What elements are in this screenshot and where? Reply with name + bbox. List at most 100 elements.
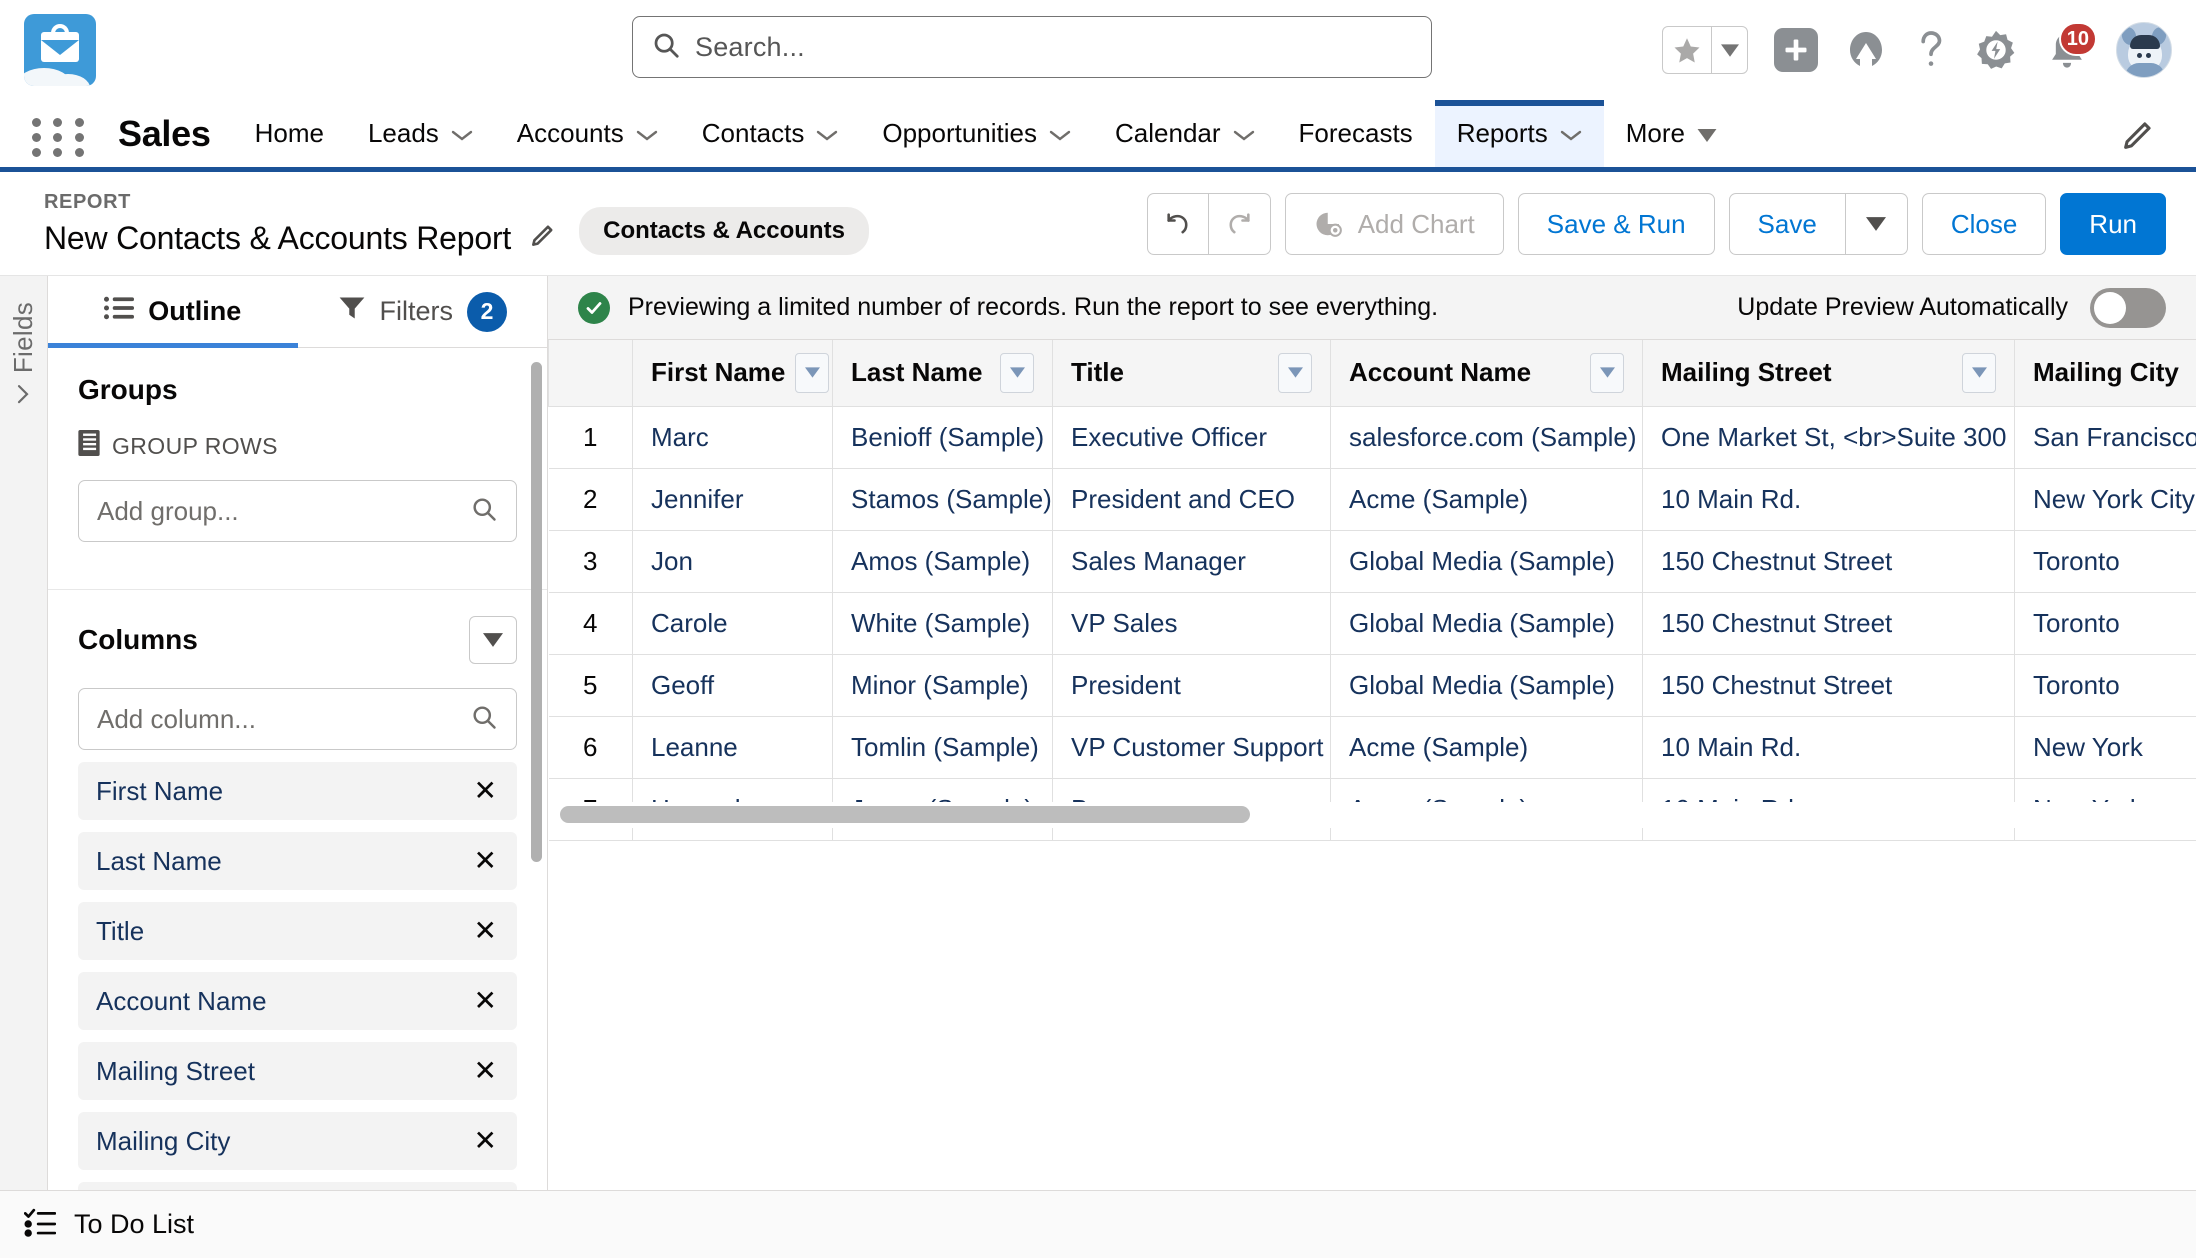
cell-mailing-street[interactable]: 10 Main Rd. [1643, 468, 2015, 530]
tab-filters[interactable]: Filters 2 [298, 276, 548, 347]
cell-mailing-city[interactable]: New York [2015, 716, 2196, 778]
close-icon[interactable]: ✕ [474, 847, 497, 875]
save-menu-caret[interactable] [1846, 193, 1908, 255]
save-button[interactable]: Save [1729, 193, 1846, 255]
add-chart-button[interactable]: Add Chart [1285, 193, 1504, 255]
column-header-last-name[interactable]: Last Name [833, 340, 1053, 406]
add-button[interactable] [1774, 28, 1818, 72]
chevron-down-icon[interactable] [795, 353, 829, 393]
nav-item-calendar[interactable]: Calendar [1093, 100, 1277, 167]
cell-last-name[interactable]: Tomlin (Sample) [833, 716, 1053, 778]
scrollbar-thumb[interactable] [560, 806, 1250, 823]
gear-icon[interactable] [1974, 28, 2018, 72]
cell-mailing-city[interactable]: Toronto [2015, 654, 2196, 716]
cell-title[interactable]: VP Sales [1053, 592, 1331, 654]
app-launcher-waffle-icon[interactable] [32, 118, 90, 150]
close-icon[interactable]: ✕ [474, 1057, 497, 1085]
cell-account-name[interactable]: Global Media (Sample) [1331, 592, 1643, 654]
add-group-input[interactable]: Add group... [78, 480, 517, 542]
nav-item-reports[interactable]: Reports [1435, 100, 1604, 167]
column-item-mailing-street[interactable]: Mailing Street ✕ [78, 1042, 517, 1100]
add-column-input[interactable]: Add column... [78, 688, 517, 750]
cell-mailing-city[interactable]: Toronto [2015, 592, 2196, 654]
cell-title[interactable]: Sales Manager [1053, 530, 1331, 592]
nav-item-home[interactable]: Home [233, 100, 346, 167]
close-icon[interactable]: ✕ [474, 917, 497, 945]
table-row[interactable]: 2 Jennifer Stamos (Sample) President and… [549, 468, 2196, 530]
favorites-control[interactable] [1662, 26, 1748, 74]
star-icon[interactable] [1663, 27, 1711, 73]
column-item-first-name[interactable]: First Name ✕ [78, 762, 517, 820]
cell-first-name[interactable]: Leanne [633, 716, 833, 778]
cell-last-name[interactable]: White (Sample) [833, 592, 1053, 654]
cell-last-name[interactable]: Stamos (Sample) [833, 468, 1053, 530]
cell-mailing-city[interactable]: New York City [2015, 468, 2196, 530]
table-row[interactable]: 4 Carole White (Sample) VP Sales Global … [549, 592, 2196, 654]
chevron-down-icon[interactable] [1000, 353, 1034, 393]
column-header-first-name[interactable]: First Name [633, 340, 833, 406]
cell-account-name[interactable]: Global Media (Sample) [1331, 654, 1643, 716]
nav-item-opportunities[interactable]: Opportunities [860, 100, 1093, 167]
cell-title[interactable]: President [1053, 654, 1331, 716]
close-icon[interactable]: ✕ [474, 777, 497, 805]
cell-last-name[interactable]: Amos (Sample) [833, 530, 1053, 592]
table-row[interactable]: 5 Geoff Minor (Sample) President Global … [549, 654, 2196, 716]
to-do-list-label[interactable]: To Do List [74, 1209, 194, 1240]
cell-first-name[interactable]: Jon [633, 530, 833, 592]
nav-item-more[interactable]: More [1604, 100, 1739, 167]
column-item-partial[interactable] [78, 1182, 517, 1190]
cell-mailing-street[interactable]: One Market St, <br>Suite 300 [1643, 406, 2015, 468]
cell-mailing-city[interactable]: San Francisco [2015, 406, 2196, 468]
cell-mailing-street[interactable]: 10 Main Rd. [1643, 716, 2015, 778]
einstein-icon[interactable] [1844, 29, 1888, 71]
update-preview-toggle[interactable] [2090, 288, 2166, 328]
close-icon[interactable]: ✕ [474, 987, 497, 1015]
table-row[interactable]: 1 Marc Benioff (Sample) Executive Office… [549, 406, 2196, 468]
pencil-icon[interactable] [2120, 100, 2154, 172]
cell-title[interactable]: VP Customer Support [1053, 716, 1331, 778]
cell-title[interactable]: President and CEO [1053, 468, 1331, 530]
nav-item-accounts[interactable]: Accounts [495, 100, 680, 167]
column-item-account-name[interactable]: Account Name ✕ [78, 972, 517, 1030]
chevron-down-icon[interactable] [1278, 353, 1312, 393]
close-button[interactable]: Close [1922, 193, 2046, 255]
close-icon[interactable]: ✕ [474, 1127, 497, 1155]
tab-outline[interactable]: Outline [48, 276, 298, 347]
columns-menu-button[interactable] [469, 616, 517, 664]
cell-last-name[interactable]: Minor (Sample) [833, 654, 1053, 716]
column-header-title[interactable]: Title [1053, 340, 1331, 406]
column-item-title[interactable]: Title ✕ [78, 902, 517, 960]
column-header-mailing-city[interactable]: Mailing City [2015, 340, 2196, 406]
save-and-run-button[interactable]: Save & Run [1518, 193, 1715, 255]
chevron-down-icon[interactable] [1590, 353, 1624, 393]
cell-first-name[interactable]: Jennifer [633, 468, 833, 530]
notifications-button[interactable]: 10 [2044, 26, 2090, 74]
pencil-icon[interactable] [529, 223, 555, 254]
global-search[interactable]: Search... [632, 16, 1432, 78]
cell-first-name[interactable]: Carole [633, 592, 833, 654]
chevron-down-icon[interactable] [1711, 27, 1747, 73]
run-button[interactable]: Run [2060, 193, 2166, 255]
column-header-account-name[interactable]: Account Name [1331, 340, 1643, 406]
avatar[interactable] [2116, 22, 2172, 78]
column-header-mailing-street[interactable]: Mailing Street [1643, 340, 2015, 406]
nav-item-leads[interactable]: Leads [346, 100, 495, 167]
cell-title[interactable]: Executive Officer [1053, 406, 1331, 468]
cell-mailing-street[interactable]: 150 Chestnut Street [1643, 530, 2015, 592]
cell-mailing-street[interactable]: 150 Chestnut Street [1643, 592, 2015, 654]
cell-account-name[interactable]: salesforce.com (Sample) [1331, 406, 1643, 468]
cell-first-name[interactable]: Marc [633, 406, 833, 468]
undo-button[interactable] [1147, 193, 1209, 255]
table-row[interactable]: 6 Leanne Tomlin (Sample) VP Customer Sup… [549, 716, 2196, 778]
question-mark-icon[interactable] [1914, 28, 1948, 72]
cell-account-name[interactable]: Acme (Sample) [1331, 716, 1643, 778]
cell-account-name[interactable]: Acme (Sample) [1331, 468, 1643, 530]
fields-panel-toggle[interactable]: Fields [0, 276, 48, 1190]
nav-item-forecasts[interactable]: Forecasts [1277, 100, 1435, 167]
cell-last-name[interactable]: Benioff (Sample) [833, 406, 1053, 468]
cell-mailing-street[interactable]: 150 Chestnut Street [1643, 654, 2015, 716]
table-row[interactable]: 3 Jon Amos (Sample) Sales Manager Global… [549, 530, 2196, 592]
salesforce-briefcase-logo[interactable] [24, 14, 96, 86]
outline-scrollbar[interactable] [531, 362, 542, 862]
nav-item-contacts[interactable]: Contacts [680, 100, 861, 167]
